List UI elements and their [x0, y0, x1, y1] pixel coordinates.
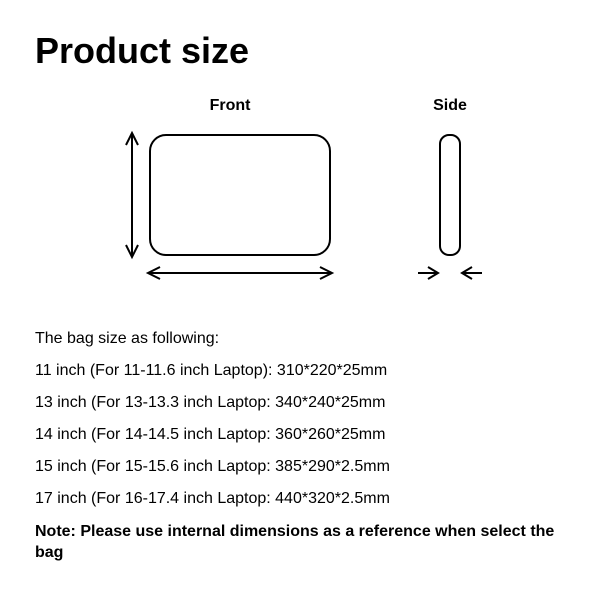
- size-line: 15 inch (For 15-15.6 inch Laptop: 385*29…: [35, 458, 565, 476]
- front-label: Front: [210, 97, 251, 115]
- side-label: Side: [433, 97, 467, 115]
- sizes-heading: The bag size as following:: [35, 330, 565, 348]
- side-diagram: Side: [410, 97, 490, 300]
- diagram-row: Front: [35, 97, 565, 300]
- side-diagram-svg: [410, 125, 490, 300]
- size-line: 13 inch (For 13-13.3 inch Laptop: 340*24…: [35, 394, 565, 412]
- page-title: Product size: [35, 30, 565, 72]
- sizes-block: The bag size as following: 11 inch (For …: [35, 330, 565, 508]
- size-line: 11 inch (For 11-11.6 inch Laptop): 310*2…: [35, 362, 565, 380]
- note-text: Note: Please use internal dimensions as …: [35, 522, 565, 564]
- size-line: 17 inch (For 16-17.4 inch Laptop: 440*32…: [35, 490, 565, 508]
- size-line: 14 inch (For 14-14.5 inch Laptop: 360*26…: [35, 426, 565, 444]
- front-diagram: Front: [110, 97, 350, 300]
- front-diagram-svg: [110, 125, 350, 300]
